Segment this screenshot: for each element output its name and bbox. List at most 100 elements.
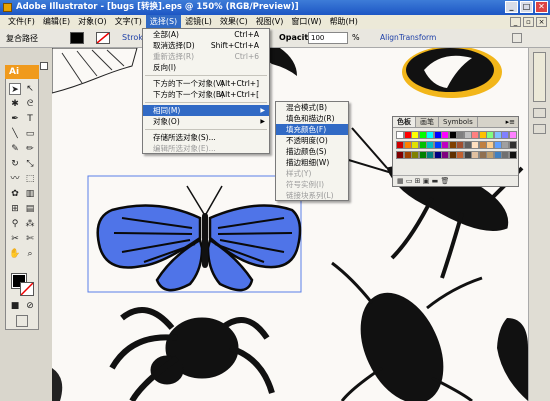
- pencil-tool-icon[interactable]: ✏: [24, 143, 36, 155]
- menu-filter[interactable]: 滤镜(L): [181, 15, 216, 29]
- stroke-color-box[interactable]: [20, 282, 34, 296]
- scissors-tool-icon[interactable]: ✄: [24, 233, 36, 245]
- selection-tool-icon[interactable]: ➤: [9, 83, 21, 95]
- no-stroke-icon: [20, 282, 34, 296]
- tab-swatches[interactable]: 色板: [393, 117, 416, 127]
- rectangle-tool-icon[interactable]: ▭: [24, 128, 36, 140]
- menu-view[interactable]: 视图(V): [252, 15, 288, 29]
- align-link[interactable]: Align: [380, 33, 399, 42]
- screen-mode-icon[interactable]: [16, 315, 28, 327]
- submenu-item-blend-mode[interactable]: 混合模式(B): [276, 102, 348, 113]
- window-title: Adobe Illustrator - [bugs [转换].eps @ 150…: [16, 2, 299, 12]
- direct-selection-tool-icon[interactable]: ↖: [24, 83, 36, 95]
- menu-item-deselect[interactable]: 取消选择(D) Shift+Ctrl+A: [143, 40, 269, 51]
- lasso-tool-icon[interactable]: ᘓ: [24, 98, 36, 110]
- tab-brushes[interactable]: 画笔: [416, 117, 439, 127]
- scroll-button-icon[interactable]: [533, 124, 546, 134]
- menu-item-select-all[interactable]: 全部(A) Ctrl+A: [143, 29, 269, 40]
- menu-item-same[interactable]: 相同(M) ▶: [143, 105, 269, 116]
- panel-tabs: 色板 画笔 Symbols: [393, 117, 518, 128]
- hand-tool-icon[interactable]: ✋: [9, 248, 21, 260]
- submenu-item-stroke-color[interactable]: 描边颜色(S): [276, 146, 348, 157]
- panel-footer[interactable]: ▦ ▭ ⊞ ▣ ▬ 🗑: [393, 175, 518, 186]
- scroll-button-icon[interactable]: [533, 108, 546, 118]
- doc-minimize-button[interactable]: _: [510, 17, 521, 27]
- paintbrush-tool-icon[interactable]: ✎: [9, 143, 21, 155]
- menu-item-edit-selection[interactable]: 编辑所选对象(E)...: [143, 143, 269, 154]
- menu-file[interactable]: 文件(F): [4, 15, 39, 29]
- fill-swatch[interactable]: [70, 32, 84, 44]
- stroke-swatch[interactable]: [96, 32, 110, 44]
- menu-object[interactable]: 对象(O): [74, 15, 111, 29]
- slice-tool-icon[interactable]: ✂: [9, 233, 21, 245]
- menu-edit[interactable]: 编辑(E): [39, 15, 74, 29]
- menu-item-next-object-below[interactable]: 下方的下一个对象(B) Alt+Ctrl+[: [143, 89, 269, 100]
- menu-item-save-selection[interactable]: 存储所选对象(S)...: [143, 132, 269, 143]
- gradient-tool-icon[interactable]: ▤: [24, 203, 36, 215]
- document-window-controls: _ ▫ ×: [510, 17, 550, 27]
- dock-toggle-icon[interactable]: [40, 62, 48, 70]
- cockroach-art: [331, 261, 483, 401]
- menu-separator: [145, 75, 267, 76]
- maximize-button[interactable]: □: [520, 1, 533, 13]
- menu-effect[interactable]: 效果(C): [216, 15, 252, 29]
- submenu-item-fill-and-stroke[interactable]: 填色和描边(R): [276, 113, 348, 124]
- vertical-scrollbar[interactable]: [528, 48, 550, 401]
- doc-close-button[interactable]: ×: [536, 17, 547, 27]
- menu-separator: [145, 129, 267, 130]
- panel-options-icon[interactable]: ▸≡: [506, 118, 515, 126]
- mesh-tool-icon[interactable]: ⊞: [9, 203, 21, 215]
- eyedropper-tool-icon[interactable]: ⚲: [9, 218, 21, 230]
- zoom-tool-icon[interactable]: ⌕: [24, 248, 36, 260]
- submenu-arrow-icon: ▶: [260, 118, 265, 125]
- graph-tool-icon[interactable]: ▥: [24, 188, 36, 200]
- color-swatch[interactable]: [508, 151, 517, 159]
- doc-restore-button[interactable]: ▫: [523, 17, 534, 27]
- submenu-item-link-block-series[interactable]: 链接块系列(L): [276, 190, 348, 201]
- symbol-sprayer-tool-icon[interactable]: ✿: [9, 188, 21, 200]
- menu-type[interactable]: 文字(T): [111, 15, 146, 29]
- fill-stroke-widget[interactable]: [11, 273, 34, 296]
- beetle-right-art: [497, 318, 528, 401]
- submenu-item-style[interactable]: 样式(Y): [276, 168, 348, 179]
- magic-wand-tool-icon[interactable]: ✱: [9, 98, 21, 110]
- opacity-input[interactable]: 100: [308, 32, 348, 44]
- menu-item-reselect[interactable]: 重新选择(R) Ctrl+6: [143, 51, 269, 62]
- submenu-item-fill-color[interactable]: 填充颜色(F): [276, 124, 348, 135]
- menu-item-next-object-above[interactable]: 下方的下一个对象(V) Alt+Ctrl+]: [143, 78, 269, 89]
- app-icon: [3, 3, 12, 12]
- line-tool-icon[interactable]: ╲: [9, 128, 21, 140]
- menu-select[interactable]: 选择(S): [145, 15, 182, 29]
- no-stroke-icon: [96, 32, 110, 44]
- scroll-thumb[interactable]: [533, 52, 546, 102]
- close-button[interactable]: ✕: [535, 1, 548, 13]
- control-bar-options-icon[interactable]: [512, 33, 522, 43]
- warp-tool-icon[interactable]: 〰: [9, 173, 21, 185]
- menu-help[interactable]: 帮助(H): [326, 15, 362, 29]
- tab-symbols[interactable]: Symbols: [439, 117, 478, 127]
- menu-item-inverse[interactable]: 反向(I): [143, 62, 269, 73]
- same-submenu: 混合模式(B) 填色和描边(R) 填充颜色(F) 不透明度(O) 描边颜色(S)…: [275, 101, 349, 201]
- none-mode-icon[interactable]: ⊘: [24, 300, 36, 312]
- pen-tool-icon[interactable]: ✒: [9, 113, 21, 125]
- blend-tool-icon[interactable]: ⁂: [24, 218, 36, 230]
- type-tool-icon[interactable]: T: [24, 113, 36, 125]
- submenu-item-stroke-weight[interactable]: 描边粗细(W): [276, 157, 348, 168]
- minimize-button[interactable]: _: [505, 1, 518, 13]
- rotate-tool-icon[interactable]: ↻: [9, 158, 21, 170]
- color-mode-icon[interactable]: ■: [9, 300, 21, 312]
- transform-link[interactable]: Transform: [399, 33, 436, 42]
- menu-window[interactable]: 窗口(W): [287, 15, 325, 29]
- color-swatch[interactable]: [508, 141, 517, 149]
- wing-fragment-art: [52, 48, 138, 94]
- free-transform-tool-icon[interactable]: ⬚: [24, 173, 36, 185]
- swatches-panel: 色板 画笔 Symbols ▸≡ ▦ ▭ ⊞ ▣ ▬ 🗑: [392, 116, 519, 187]
- scale-tool-icon[interactable]: ⤡: [24, 158, 36, 170]
- submenu-item-symbol-instance[interactable]: 符号实例(I): [276, 179, 348, 190]
- spider-art: [109, 307, 275, 401]
- menu-separator: [145, 102, 267, 103]
- menu-item-object[interactable]: 对象(O) ▶: [143, 116, 269, 127]
- color-swatch[interactable]: [508, 131, 517, 139]
- composite-path-label: 复合路径: [6, 34, 38, 43]
- submenu-item-opacity[interactable]: 不透明度(O): [276, 135, 348, 146]
